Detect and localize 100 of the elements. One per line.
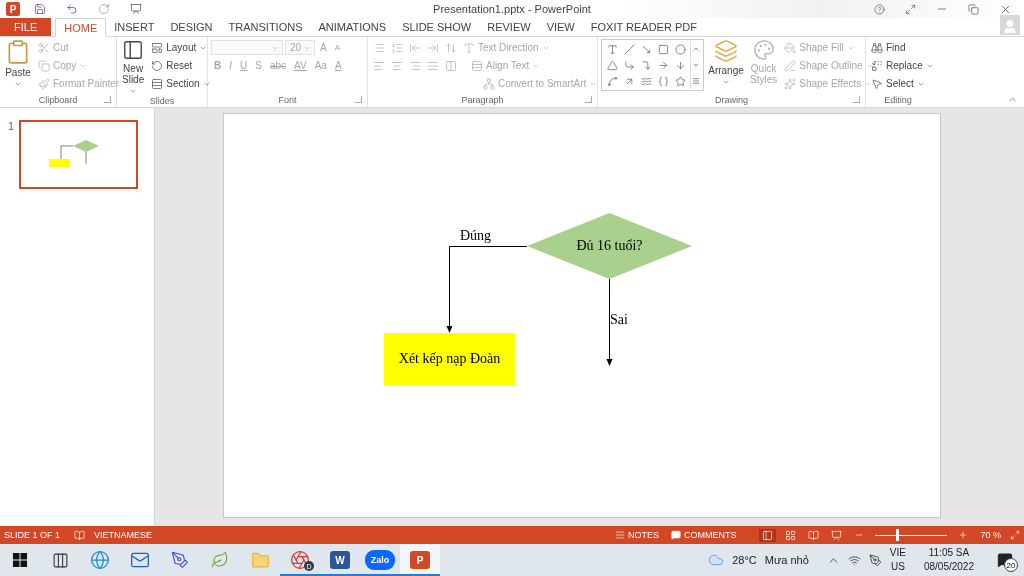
powerpoint-logo: P xyxy=(6,2,20,16)
task-view-icon xyxy=(51,551,69,569)
language-button[interactable]: VIETNAMESE xyxy=(91,530,156,540)
presentation-icon xyxy=(130,3,142,15)
group-label: Drawing xyxy=(715,95,748,105)
star-icon xyxy=(675,75,686,87)
caret-icon xyxy=(14,80,22,88)
paste-button[interactable]: Paste xyxy=(3,39,33,93)
ribbon-tab[interactable]: SLIDE SHOW xyxy=(394,18,480,36)
reading-view-icon xyxy=(808,529,820,541)
group-label: Slides xyxy=(149,96,175,106)
reset-button[interactable]: Reset xyxy=(149,57,213,74)
numbering-button[interactable] xyxy=(389,40,405,55)
elbow-connector-icon xyxy=(624,59,635,71)
dialog-launcher-icon[interactable] xyxy=(355,96,362,103)
group-label: Font xyxy=(278,95,297,105)
decision-text: Đủ 16 tuổi? xyxy=(576,238,643,254)
zoom-thumb[interactable] xyxy=(896,529,900,541)
columns-icon xyxy=(445,59,457,72)
align-center-icon xyxy=(391,59,403,72)
dialog-launcher-icon[interactable] xyxy=(104,96,111,103)
taskbar-app[interactable]: W xyxy=(320,544,360,576)
ribbon-tab[interactable]: DESIGN xyxy=(162,18,221,36)
dialog-launcher-icon[interactable] xyxy=(585,96,592,103)
ribbon-tab[interactable]: FOXIT READER PDF xyxy=(582,18,705,36)
globe-icon xyxy=(90,550,110,570)
indent-icon xyxy=(427,41,439,54)
section-icon xyxy=(151,77,164,90)
oval-icon xyxy=(675,43,686,55)
ribbon-tab[interactable]: REVIEW xyxy=(479,18,539,36)
notes-icon xyxy=(614,530,625,540)
pen-icon xyxy=(171,551,189,569)
reset-icon xyxy=(151,59,164,72)
ribbon-tab[interactable]: HOME xyxy=(55,18,107,37)
ribbon-tab[interactable]: INSERT xyxy=(106,18,163,36)
columns-button[interactable] xyxy=(443,58,459,73)
triangle-icon xyxy=(607,59,618,71)
mail-icon xyxy=(130,550,150,570)
cloud-icon xyxy=(708,552,725,568)
wifi-icon xyxy=(847,553,861,567)
pen-line-icon xyxy=(784,59,797,72)
arrow-line-icon xyxy=(641,43,652,55)
comments-button[interactable]: COMMENTS xyxy=(668,530,740,540)
dialog-launcher-icon[interactable] xyxy=(853,96,860,103)
input-language: US xyxy=(890,560,905,574)
notes-button[interactable]: NOTES xyxy=(611,530,662,540)
view-button[interactable] xyxy=(759,528,777,542)
paintbrush-icon xyxy=(38,77,50,90)
ribbon-display-icon xyxy=(905,3,916,15)
down-arrow-icon xyxy=(675,59,686,71)
temperature: 28°C xyxy=(732,554,757,566)
binoculars-icon xyxy=(871,41,883,54)
wave-icon xyxy=(641,75,652,87)
normal-view-icon xyxy=(762,529,774,541)
taskbar-app[interactable]: P xyxy=(400,544,440,576)
shape-gallery[interactable] xyxy=(601,39,704,91)
slide-canvas[interactable]: Đúng Đủ 16 tuổi? Sai Xét kếp nạp Đoàn xyxy=(223,113,941,518)
no-label: Sai xyxy=(610,312,628,328)
clock-date: 08/05/2022 xyxy=(923,560,974,574)
restore-icon xyxy=(968,3,979,15)
group-label: Paragraph xyxy=(461,95,504,105)
browser-icon xyxy=(290,550,310,570)
leaf-icon xyxy=(211,551,229,569)
align-text-icon xyxy=(471,59,483,72)
gallery-scroll-icon[interactable] xyxy=(690,73,700,89)
ribbon-tab[interactable]: ANIMATIONS xyxy=(310,18,395,36)
arrange-button[interactable]: Arrange xyxy=(707,39,745,93)
ribbon-tab[interactable]: TRANSITIONS xyxy=(220,18,311,36)
pen-icon xyxy=(868,553,882,567)
line-spacing-button[interactable] xyxy=(443,40,459,55)
layout-icon xyxy=(151,41,164,54)
input-language: VIE xyxy=(889,546,906,560)
ribbon-tab[interactable]: VIEW xyxy=(538,18,583,36)
undo-icon xyxy=(66,3,78,15)
curve-icon xyxy=(607,75,618,87)
pointer-icon xyxy=(871,77,883,90)
justify-icon xyxy=(427,59,439,72)
text-direction-icon xyxy=(463,41,475,54)
text-box-icon xyxy=(607,43,618,55)
slide-counter: SLIDE 1 OF 1 xyxy=(4,530,61,540)
elbow-arrow-icon xyxy=(641,59,652,71)
comment-icon xyxy=(671,530,681,540)
section-button[interactable]: Section xyxy=(149,75,213,92)
palette-icon xyxy=(752,39,775,61)
file-tab[interactable]: FILE xyxy=(0,18,52,36)
gallery-scroll-icon[interactable] xyxy=(690,41,700,57)
bullet-list-icon xyxy=(373,41,385,54)
scissors-icon xyxy=(38,41,50,54)
group-label: Clipboard xyxy=(38,95,78,105)
rectangle-icon xyxy=(658,43,669,55)
right-arrow-icon xyxy=(658,59,669,71)
chat-app-icon: Zalo xyxy=(365,550,395,570)
new-slide-button[interactable]: New Slide xyxy=(120,39,147,95)
gallery-scroll-icon[interactable] xyxy=(690,57,700,73)
clock-time: 11:05 SA xyxy=(928,546,970,560)
layout-button[interactable]: Layout xyxy=(149,39,213,56)
zoom-level-button[interactable]: 70 % xyxy=(977,530,1004,540)
line-spacing-icon xyxy=(445,41,457,54)
layers-icon xyxy=(714,39,738,63)
numbered-list-icon xyxy=(391,41,403,54)
